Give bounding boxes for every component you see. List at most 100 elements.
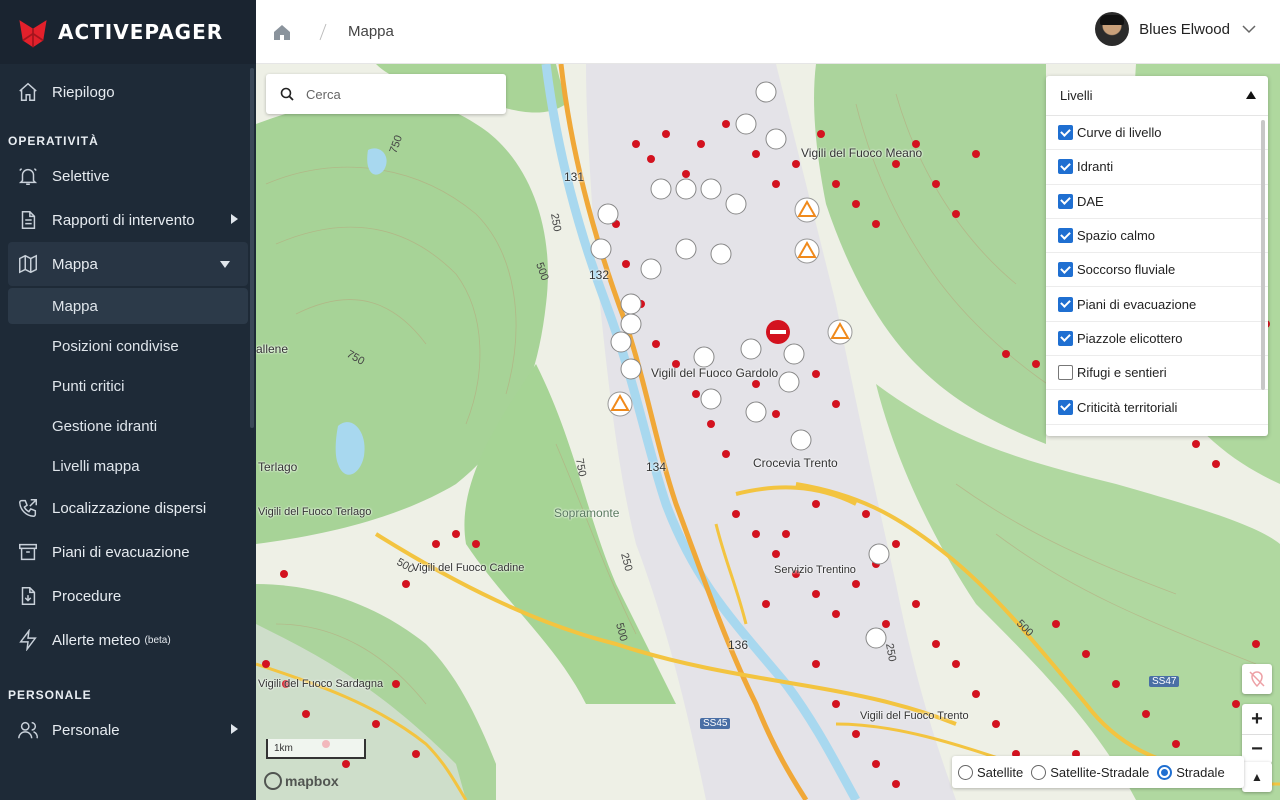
checkbox[interactable] [1058, 125, 1073, 140]
download-doc-icon [16, 584, 40, 608]
chevron-down-icon [220, 261, 230, 268]
radio-button[interactable] [1157, 765, 1172, 780]
layer-toggle[interactable]: Spazio calmo [1046, 219, 1268, 253]
basemap-option-satellite-stradale[interactable]: Satellite-Stradale [1031, 765, 1149, 780]
nav-mappa[interactable]: Mappa [8, 242, 248, 286]
hide-markers-button[interactable] [1242, 664, 1272, 694]
map-label: Terlago [258, 460, 297, 474]
nav-piani-evacuazione[interactable]: Piani di evacuazione [0, 530, 256, 574]
brand-name: ACTIVEPAGER [58, 20, 223, 44]
layer-toggle[interactable]: Idranti [1046, 150, 1268, 184]
radio-button[interactable] [958, 765, 973, 780]
zoom-in-button[interactable]: + [1242, 704, 1272, 734]
avatar[interactable] [1095, 12, 1129, 46]
sidebar-scrollbar[interactable] [250, 68, 254, 428]
checkbox[interactable] [1058, 365, 1073, 380]
svg-text:250: 250 [618, 552, 634, 573]
subnav-livelli-mappa[interactable]: Livelli mappa [0, 446, 256, 486]
basemap-option-stradale[interactable]: Stradale [1157, 765, 1224, 780]
map-search[interactable] [266, 74, 506, 114]
map-canvas[interactable]: 750 750 500 250 750 250 500 500 250 500 … [256, 64, 1280, 800]
map-icon [16, 252, 40, 276]
checkbox[interactable] [1058, 194, 1073, 209]
road-shield: SS47 [1149, 676, 1179, 687]
basemap-switcher: Satellite Satellite-Stradale Stradale [952, 756, 1244, 788]
section-personale: PERSONALE [0, 662, 256, 708]
nav-label: Personale [52, 722, 120, 739]
lightning-icon [16, 628, 40, 652]
layers-scrollbar[interactable] [1261, 120, 1265, 390]
checkbox[interactable] [1058, 228, 1073, 243]
search-input[interactable] [306, 87, 486, 102]
map-label: Vigili del Fuoco Meano [801, 146, 922, 160]
layer-label: Rifugi e sentieri [1077, 365, 1167, 380]
layer-toggle[interactable]: DAE [1046, 185, 1268, 219]
road-label: 131 [564, 170, 584, 184]
breadcrumb-separator [318, 22, 328, 42]
search-icon [280, 87, 294, 101]
home-icon [16, 80, 40, 104]
checkbox[interactable] [1058, 400, 1073, 415]
basemap-label: Satellite [977, 765, 1023, 780]
layer-toggle[interactable]: Curve di livello [1046, 116, 1268, 150]
map-label: allene [256, 342, 288, 356]
nav-allerte-meteo[interactable]: Allerte meteo (beta) [0, 618, 256, 662]
map-label: Vigili del Fuoco Gardolo [651, 366, 778, 380]
nav-label: Procedure [52, 588, 121, 605]
layers-panel: Livelli Curve di livello Idranti DAE Spa… [1046, 76, 1268, 436]
map-label: Sopramonte [554, 506, 619, 520]
subnav-posizioni-condivise[interactable]: Posizioni condivise [0, 326, 256, 366]
layer-toggle[interactable]: Piani di evacuazione [1046, 287, 1268, 321]
checkbox[interactable] [1058, 262, 1073, 277]
home-breadcrumb-icon[interactable] [272, 22, 292, 42]
subnav-gestione-idranti[interactable]: Gestione idranti [0, 406, 256, 446]
chevron-right-icon [231, 214, 238, 224]
checkbox[interactable] [1058, 331, 1073, 346]
compass-button[interactable]: ▲ [1242, 762, 1272, 792]
layer-toggle[interactable]: Criticità territoriali [1046, 390, 1268, 424]
map-label: Vigili del Fuoco Trento [860, 710, 969, 722]
nav-localizzazione-dispersi[interactable]: Localizzazione dispersi [0, 486, 256, 530]
breadcrumb-current: Mappa [348, 23, 394, 40]
checkbox[interactable] [1058, 159, 1073, 174]
nav-label: Selettive [52, 168, 110, 185]
nav-procedure[interactable]: Procedure [0, 574, 256, 618]
basemap-option-satellite[interactable]: Satellite [958, 765, 1023, 780]
phone-icon [16, 496, 40, 520]
nav-riepilogo[interactable]: Riepilogo [0, 70, 256, 114]
nav-selettive[interactable]: Selettive [0, 154, 256, 198]
layers-title: Livelli [1060, 88, 1093, 103]
layer-label: Soccorso fluviale [1077, 262, 1175, 277]
nav-rapporti-intervento[interactable]: Rapporti di intervento [0, 198, 256, 242]
sidebar: ACTIVEPAGER Riepilogo OPERATIVITÀ Selett… [0, 0, 256, 800]
document-icon [16, 208, 40, 232]
layer-toggle[interactable]: Piazzole elicottero [1046, 322, 1268, 356]
radio-button[interactable] [1031, 765, 1046, 780]
basemap-label: Satellite-Stradale [1050, 765, 1149, 780]
checkbox[interactable] [1058, 297, 1073, 312]
nav-label: Localizzazione dispersi [52, 500, 206, 517]
layer-toggle[interactable]: Rifugi e sentieri [1046, 356, 1268, 390]
road-shield: SS45 [700, 718, 730, 729]
layer-toggle[interactable]: Soccorso fluviale [1046, 253, 1268, 287]
chevron-down-icon[interactable] [1242, 22, 1256, 36]
mapbox-logo-icon [264, 772, 282, 790]
no-location-icon [1248, 670, 1266, 688]
bell-icon [16, 164, 40, 188]
collapse-up-icon[interactable] [1246, 91, 1256, 99]
brand[interactable]: ACTIVEPAGER [0, 0, 256, 64]
svg-text:250: 250 [548, 212, 563, 232]
subnav-punti-critici[interactable]: Punti critici [0, 366, 256, 406]
nav-label: Rapporti di intervento [52, 212, 195, 229]
nav-personale[interactable]: Personale [0, 708, 256, 752]
zoom-out-button[interactable]: − [1242, 734, 1272, 764]
map-label: Servizio Trentino [774, 564, 856, 576]
layers-header[interactable]: Livelli [1046, 76, 1268, 116]
user-menu[interactable]: Blues Elwood [1095, 12, 1256, 46]
subnav-mappa[interactable]: Mappa [8, 288, 248, 324]
layer-label: DAE [1077, 194, 1104, 209]
mapbox-attribution[interactable]: mapbox [264, 772, 339, 790]
road-label: 136 [728, 638, 748, 652]
attribution-text: mapbox [285, 773, 339, 789]
zoom-controls: + − [1242, 704, 1272, 764]
